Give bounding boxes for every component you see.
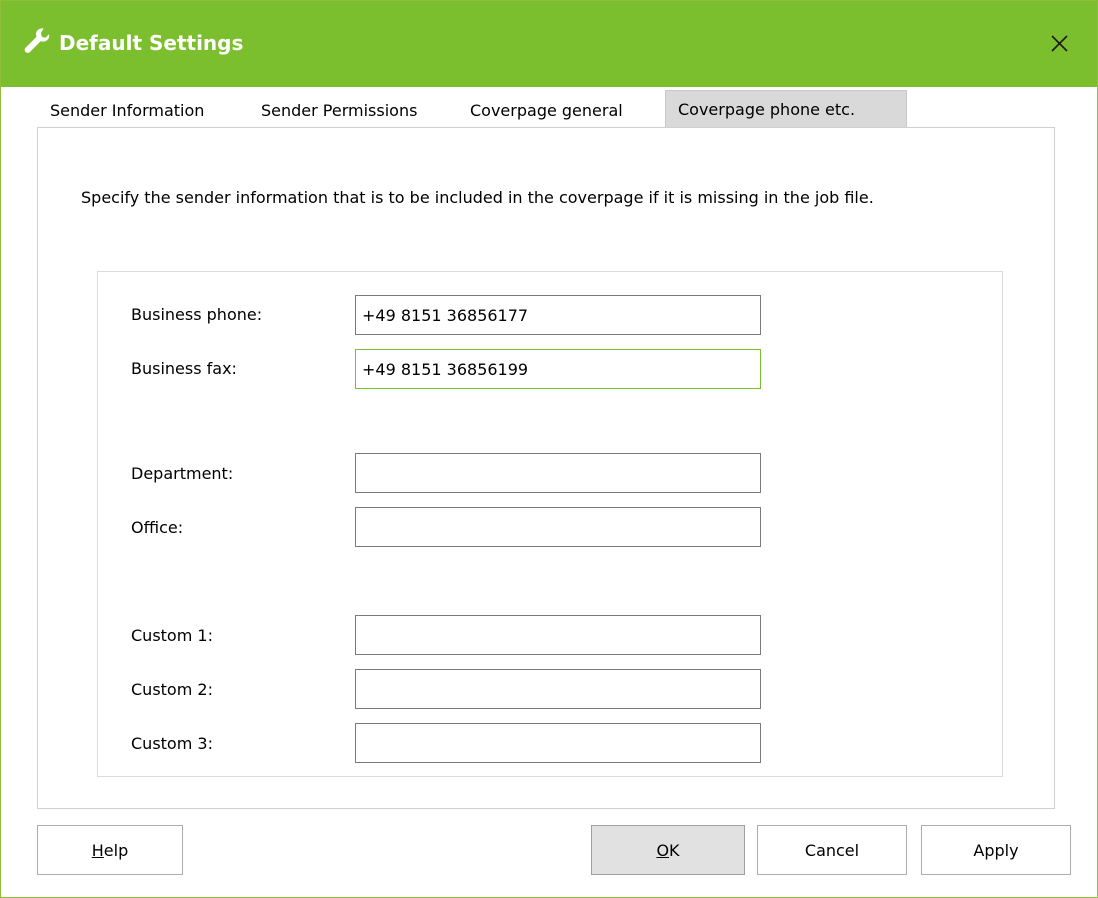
help-button-label: elp (103, 840, 129, 860)
business-fax-input[interactable] (355, 349, 761, 389)
office-label: Office: (131, 518, 184, 537)
office-input[interactable] (355, 507, 761, 547)
dialog-window: Default Settings Sender Information Send… (0, 0, 1098, 898)
close-icon[interactable] (1037, 23, 1081, 63)
ok-button-mnemonic: O (656, 840, 670, 860)
custom-2-input[interactable] (355, 669, 761, 709)
help-button-mnemonic: H (91, 840, 104, 860)
window-title: Default Settings (59, 31, 244, 55)
business-fax-label: Business fax: (131, 359, 237, 378)
business-phone-input[interactable] (355, 295, 761, 335)
business-phone-label: Business phone: (131, 305, 263, 324)
description-text: Specify the sender information that is t… (81, 188, 874, 207)
department-label: Department: (131, 464, 234, 483)
tab-coverpage-phone[interactable]: Coverpage phone etc. (665, 90, 907, 127)
tab-sender-permissions[interactable]: Sender Permissions (261, 94, 418, 128)
wrench-icon (24, 28, 50, 53)
title-bar: Default Settings (1, 1, 1097, 87)
custom-2-label: Custom 2: (131, 680, 213, 699)
cancel-button[interactable]: Cancel (757, 825, 907, 875)
ok-button[interactable]: OK (591, 825, 745, 875)
custom-3-input[interactable] (355, 723, 761, 763)
cancel-button-label: Cancel (804, 840, 860, 860)
custom-1-input[interactable] (355, 615, 761, 655)
apply-button[interactable]: Apply (921, 825, 1071, 875)
ok-button-label: K (669, 840, 680, 860)
tab-coverpage-general[interactable]: Coverpage general (470, 94, 623, 128)
department-input[interactable] (355, 453, 761, 493)
tab-sender-information[interactable]: Sender Information (50, 94, 205, 128)
apply-button-label: Apply (973, 840, 1019, 860)
help-button[interactable]: Help (37, 825, 183, 875)
custom-3-label: Custom 3: (131, 734, 213, 753)
custom-1-label: Custom 1: (131, 626, 213, 645)
